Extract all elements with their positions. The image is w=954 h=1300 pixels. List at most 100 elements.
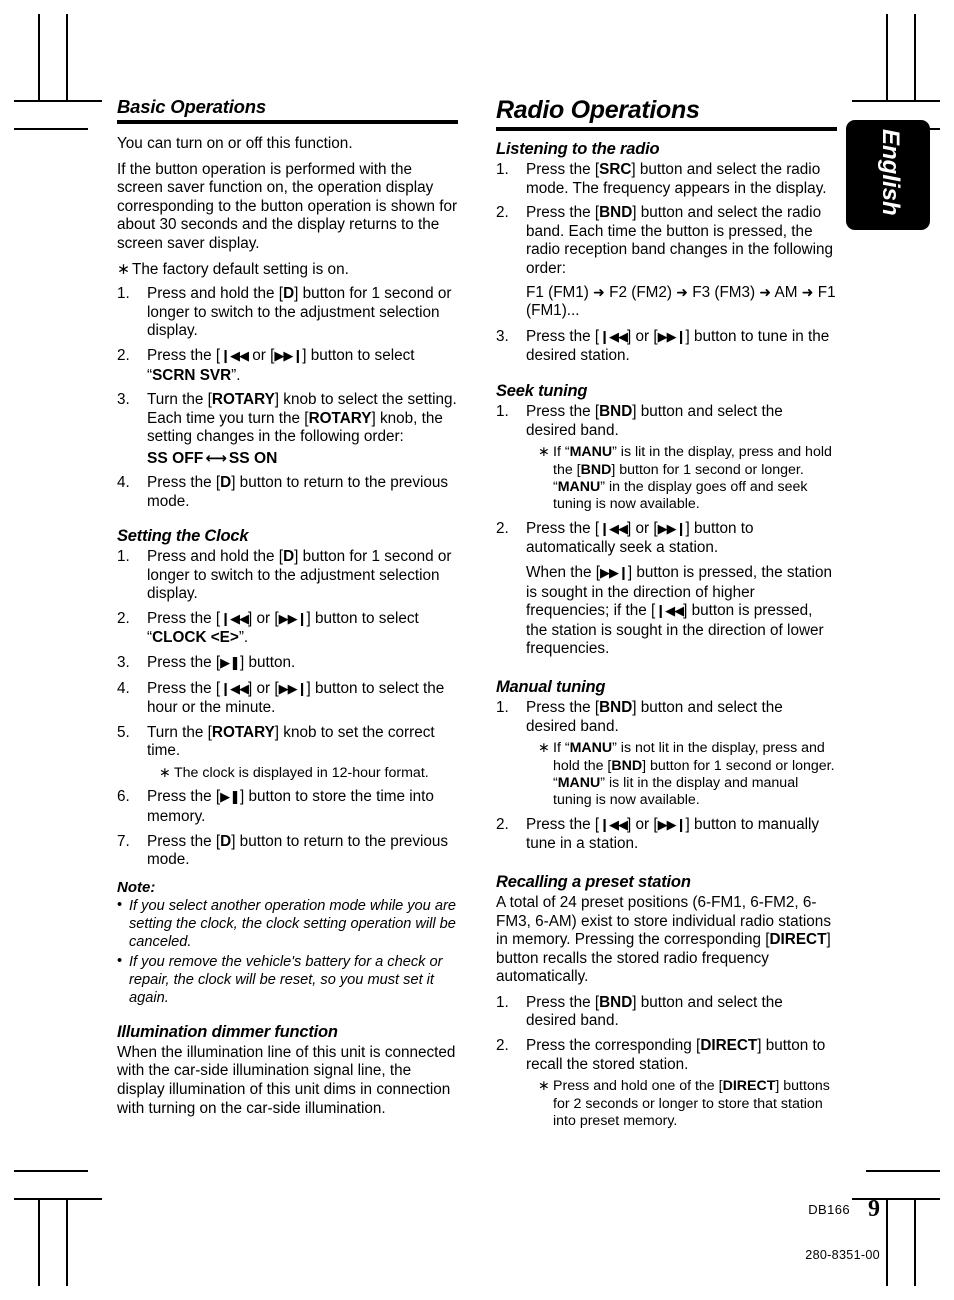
- play-pause-icon: [220, 656, 240, 671]
- list-item: 4. Press the [D] button to return to the …: [117, 474, 458, 511]
- note-text-a: If “: [553, 444, 570, 461]
- next-track-icon: [658, 522, 686, 537]
- factory-default-note: ∗ The factory default setting is on.: [117, 261, 458, 280]
- list-item: 3.Press the [] button.: [117, 654, 458, 674]
- left-column: Basic Operations You can turn on or off …: [117, 96, 458, 1136]
- list-item: 5. Turn the [ROTARY] knob to set the corr…: [117, 724, 458, 783]
- previous-track-icon: [599, 522, 627, 537]
- footer-document-code: 280-8351-00: [805, 1248, 880, 1262]
- list-item: 2.Press the [] or [] button to select “C…: [117, 610, 458, 648]
- asterisk-icon: ∗: [538, 740, 550, 757]
- ss-on-label: SS ON: [228, 449, 278, 467]
- bullet-icon: •: [117, 896, 123, 913]
- page-columns: Basic Operations You can turn on or off …: [117, 96, 837, 1136]
- list-item: 3. Turn the [ROTARY] knob to select the s…: [117, 391, 458, 468]
- double-arrow-icon: [203, 449, 229, 467]
- button-label-d: D: [283, 548, 295, 566]
- list-item: • If you remove the vehicle's battery fo…: [117, 953, 458, 1007]
- next-track-icon: [658, 330, 686, 345]
- next-track-icon: [274, 349, 302, 364]
- button-label-bnd: BND: [599, 402, 633, 420]
- setting-clock-heading: Setting the Clock: [117, 527, 249, 546]
- asterisk-icon: ∗: [538, 444, 550, 461]
- band-item: F1 (FM1): [526, 283, 589, 301]
- step-number: 1.: [117, 548, 130, 566]
- language-tab: English: [846, 120, 930, 230]
- next-track-icon: [279, 682, 307, 697]
- button-label-d: D: [220, 832, 232, 850]
- step-text-pre: Press the [: [526, 402, 600, 420]
- button-label-direct: DIRECT: [722, 1078, 776, 1095]
- previous-track-icon: [655, 604, 683, 619]
- crop-mark-top-right-vertical: [914, 14, 916, 102]
- clock-notes: • If you select another operation mode w…: [117, 897, 458, 1007]
- display-label-manu-2: MANU: [557, 478, 601, 495]
- step-number: 5.: [117, 723, 130, 741]
- heading-rule-right: [496, 127, 837, 131]
- step-text-pre: Press the [: [147, 473, 221, 491]
- preset-steps: 1. Press the [BND] button and select the …: [496, 994, 837, 1131]
- step-text-pre: Turn the [: [147, 391, 212, 409]
- list-item: 1. Press and hold the [D] button for 1 se…: [117, 548, 452, 603]
- step-number: 6.: [117, 788, 130, 806]
- step-text-pre: Press and hold the [: [147, 285, 284, 303]
- button-label-d: D: [283, 285, 295, 303]
- manual-tuning-heading: Manual tuning: [496, 677, 606, 696]
- step-number: 3.: [496, 327, 509, 345]
- screen-saver-steps: 1. Press and hold the [D] button for 1 se…: [117, 285, 458, 511]
- crop-mark-bottom-right-inner-vertical: [886, 1198, 888, 1286]
- step-number: 2.: [496, 204, 509, 222]
- step-text-pre: Press the corresponding [: [526, 1037, 701, 1055]
- crop-mark-top-left-inner-vertical: [66, 14, 68, 102]
- basic-intro-1: You can turn on or off this function.: [117, 135, 353, 152]
- button-label-bnd: BND: [580, 461, 612, 478]
- illumination-dimmer-body: When the illumination line of this unit …: [117, 1043, 456, 1117]
- display-label-clock: CLOCK <E>: [152, 629, 239, 647]
- preset-intro: A total of 24 preset positions (6-FM1, 6…: [496, 894, 837, 987]
- note-text-a: Press and hold one of the [: [553, 1078, 723, 1095]
- list-item: 2. Press the [BND] button and select the …: [496, 204, 837, 321]
- crop-mark-bottom-left-inner-vertical: [66, 1198, 68, 1286]
- manual-tuning-steps: 1. Press the [BND] button and select the …: [496, 699, 837, 854]
- step-text-pre: Press the [: [526, 161, 600, 178]
- arrow-right-icon: [759, 285, 771, 301]
- band-sequence: F1 (FM1) F2 (FM2) F3 (FM3) AM F1 (FM1)..…: [526, 284, 837, 321]
- crop-mark-bottom-right-vertical: [914, 1198, 916, 1286]
- arrow-right-icon: [802, 285, 814, 301]
- list-item: 2.Press the [] or [] button to automatic…: [496, 520, 837, 558]
- list-item: 1. Press the [BND] button and select the …: [496, 994, 837, 1031]
- crop-mark-bottom-right-inner-horizontal: [866, 1170, 940, 1172]
- display-label-manu: MANU: [569, 444, 613, 461]
- list-item: 6.Press the [] button to store the time …: [117, 788, 458, 826]
- step-text-pre: Press the [: [526, 204, 600, 222]
- button-label-rotary-2: ROTARY: [308, 409, 372, 427]
- asterisk-icon: ∗: [159, 765, 171, 782]
- manual-manu-note: ∗ If “MANU” is not lit in the display, pr…: [538, 740, 837, 810]
- button-label-bnd: BND: [611, 757, 643, 774]
- radio-operations-heading: Radio Operations: [496, 96, 700, 124]
- note-text-a: If “: [553, 740, 570, 757]
- crop-mark-bottom-right-horizontal: [852, 1198, 940, 1200]
- arrow-right-icon: [676, 285, 688, 301]
- step-number: 1.: [496, 993, 509, 1011]
- list-item: 4.Press the [] or [] button to select th…: [117, 680, 458, 718]
- list-item: 1. Press the [SRC] button and select the …: [496, 161, 837, 198]
- next-track-icon: [658, 818, 686, 833]
- step-number: 1.: [496, 161, 509, 178]
- ss-off-label: SS OFF: [147, 449, 204, 467]
- detail-text-a: When the [: [526, 563, 600, 581]
- step-number: 7.: [117, 832, 130, 850]
- note-text: If you select another operation mode whi…: [129, 897, 456, 950]
- previous-track-icon: [220, 682, 248, 697]
- right-column: Radio Operations Listening to the radio …: [496, 96, 837, 1136]
- crop-mark-top-left-inner-horizontal: [14, 128, 88, 130]
- or-label: or: [248, 346, 271, 364]
- step-text-pre: Press the [: [526, 698, 600, 716]
- step-number: 2.: [496, 1037, 509, 1055]
- listening-steps: 1. Press the [SRC] button and select the …: [496, 161, 837, 366]
- crop-mark-top-left-vertical: [38, 14, 40, 102]
- button-label-direct: DIRECT: [769, 931, 827, 949]
- seek-steps: 1. Press the [BND] button and select the …: [496, 403, 837, 558]
- preset-store-note: ∗ Press and hold one of the [DIRECT] butt…: [538, 1078, 837, 1130]
- heading-rule-left: [117, 120, 458, 124]
